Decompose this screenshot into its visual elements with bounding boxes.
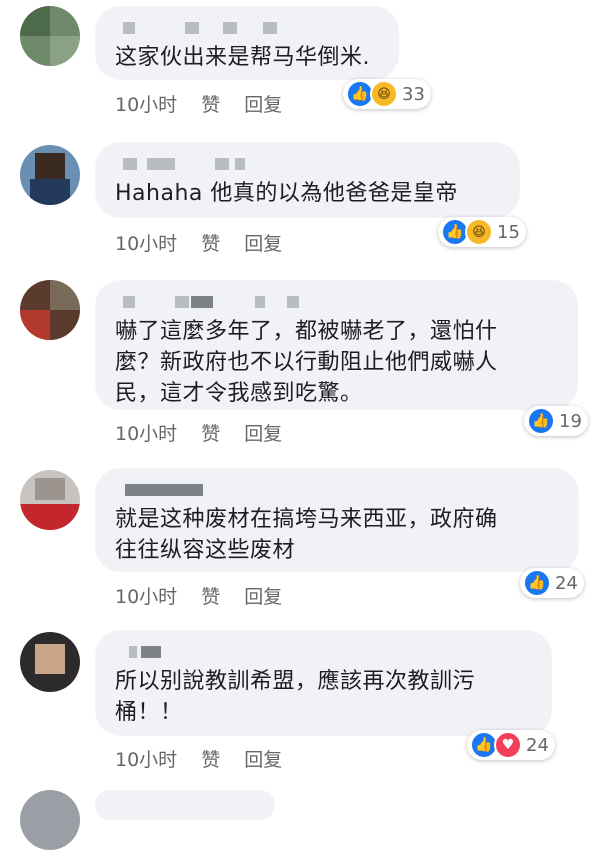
comment-actions: 10小时 赞 回复 [115,90,282,117]
comment-time: 10小时 [115,423,178,445]
reactions-summary[interactable]: 👍 😆 15 [438,217,526,247]
reply-action[interactable]: 回复 [244,229,282,256]
comment-text: 所以别說教訓希盟，應該再次教訓污 桶！！ [115,669,476,725]
comment-text: 这家伙出来是帮马华倒米. [115,45,370,70]
comment-bubble [95,790,275,820]
reply-action[interactable]: 回复 [244,582,282,609]
author-name-redacted[interactable] [115,20,379,36]
comment-text: 嚇了這麼多年了，都被嚇老了，還怕什 麼？新政府也不以行動阻止他們威嚇人 民，這才… [115,319,498,406]
reactions-summary[interactable]: 👍 24 [520,568,584,598]
thumbs-up-icon: 👍 [523,569,551,597]
comment-time: 10小时 [115,749,178,771]
avatar[interactable] [20,280,80,340]
like-action[interactable]: 赞 [201,419,220,446]
reaction-count: 24 [526,734,549,756]
comment-actions: 10小时 赞 回复 [115,745,282,772]
like-action[interactable]: 赞 [201,229,220,256]
avatar[interactable] [20,145,80,205]
comment-bubble: Hahaha 他真的以為他爸爸是皇帝 [95,142,520,218]
comment-text: Hahaha 他真的以為他爸爸是皇帝 [115,181,458,206]
reply-action[interactable]: 回复 [244,745,282,772]
author-name-redacted[interactable] [115,156,500,172]
like-action[interactable]: 赞 [201,582,220,609]
reaction-count: 24 [555,572,578,594]
avatar[interactable] [20,470,80,530]
comment-text: 就是这种废材在搞垮马来西亚，政府确 往往纵容这些废材 [115,507,498,563]
like-action[interactable]: 赞 [201,745,220,772]
laughing-face-icon: 😆 [370,80,398,108]
comment-time: 10小时 [115,94,178,116]
reply-action[interactable]: 回复 [244,419,282,446]
reaction-count: 19 [559,410,582,432]
thumbs-up-icon: 👍 [527,407,555,435]
avatar[interactable] [20,6,80,66]
reaction-count: 15 [497,221,520,243]
comment-bubble: 嚇了這麼多年了，都被嚇老了，還怕什 麼？新政府也不以行動阻止他們威嚇人 民，這才… [95,280,578,410]
reactions-summary[interactable]: 👍 19 [524,406,588,436]
reactions-summary[interactable]: 👍 ♥ 24 [467,730,555,760]
comment-actions: 10小时 赞 回复 [115,419,282,446]
reactions-summary[interactable]: 👍 😆 33 [343,79,431,109]
reply-action[interactable]: 回复 [244,90,282,117]
author-name-redacted[interactable] [115,644,532,660]
laughing-face-icon: 😆 [465,218,493,246]
comment-actions: 10小时 赞 回复 [115,582,282,609]
author-name-redacted[interactable] [115,294,558,310]
comment-bubble: 就是这种废材在搞垮马来西亚，政府确 往往纵容这些废材 [95,468,579,572]
comment-actions: 10小时 赞 回复 [115,229,282,256]
avatar[interactable] [20,632,80,692]
heart-icon: ♥ [494,731,522,759]
comment-bubble: 这家伙出来是帮马华倒米. [95,6,399,80]
comment-time: 10小时 [115,586,178,608]
comment-bubble: 所以别說教訓希盟，應該再次教訓污 桶！！ [95,630,552,736]
author-name-redacted[interactable] [115,482,559,498]
comment-time: 10小时 [115,233,178,255]
like-action[interactable]: 赞 [201,90,220,117]
avatar[interactable] [20,790,80,850]
reaction-count: 33 [402,83,425,105]
